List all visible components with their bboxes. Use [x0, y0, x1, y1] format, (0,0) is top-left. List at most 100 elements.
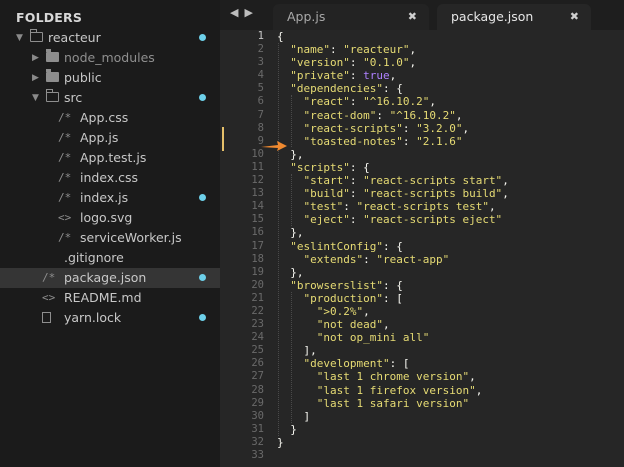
code-token: "test": [303, 200, 344, 214]
code-line[interactable]: {: [277, 30, 509, 43]
code-token: "3.2.0": [416, 121, 463, 135]
line-number: 32: [251, 435, 264, 448]
sidebar-item-label: package.json: [64, 270, 147, 285]
sidebar-item-label: index.js: [80, 190, 129, 205]
code-line[interactable]: },: [277, 226, 509, 239]
sidebar-item-package-json[interactable]: /* package.json: [0, 268, 220, 288]
code-token: :: [363, 252, 377, 266]
sidebar-item-node-modules[interactable]: ▶ node_modules: [0, 48, 220, 68]
code-token: "eslintConfig": [290, 239, 383, 253]
code-token: "react-scripts start": [363, 174, 503, 188]
code-token: : {: [382, 239, 403, 253]
code-content[interactable]: { "name": "reacteur", "version": "0.1.0"…: [277, 30, 509, 462]
code-token: :: [349, 95, 364, 109]
chevron-right-icon[interactable]: ▶: [32, 48, 39, 68]
code-token: "dependencies": [290, 82, 383, 96]
code-token: true: [363, 69, 390, 83]
folder-open-icon: [46, 89, 59, 102]
sidebar-item-logo-svg[interactable]: <> logo.svg: [0, 208, 220, 228]
code-token: ">0.2%": [316, 304, 364, 318]
code-line[interactable]: }: [277, 436, 509, 449]
code-line[interactable]: "start": "react-scripts start",: [277, 174, 509, 187]
close-icon[interactable]: ✖: [408, 4, 417, 30]
nav-arrows[interactable]: ◀▶: [230, 6, 259, 19]
sidebar-item-yarn-lock[interactable]: yarn.lock: [0, 308, 220, 328]
code-token: :: [349, 187, 364, 201]
code-line[interactable]: "not dead",: [277, 318, 509, 331]
status-dot-icon: [199, 194, 206, 201]
forward-arrow-icon[interactable]: ▶: [244, 6, 258, 19]
chevron-right-icon[interactable]: ▶: [32, 68, 39, 88]
chevron-down-icon[interactable]: ▼: [16, 28, 23, 48]
sidebar-item-serviceworker-js[interactable]: /* serviceWorker.js: [0, 228, 220, 248]
code-line[interactable]: },: [277, 148, 509, 161]
code-line[interactable]: "react-scripts": "3.2.0",: [277, 122, 509, 135]
code-line[interactable]: "development": [: [277, 357, 509, 370]
code-line[interactable]: [277, 449, 509, 462]
chevron-down-icon[interactable]: ▼: [32, 88, 39, 108]
code-token: ,: [475, 383, 483, 397]
sidebar-item-reacteur[interactable]: ▼ reacteur: [0, 28, 220, 48]
code-line[interactable]: "last 1 firefox version",: [277, 384, 509, 397]
code-line[interactable]: "toasted-notes": "2.1.6": [277, 135, 509, 148]
code-line[interactable]: "private": true,: [277, 69, 509, 82]
code-line[interactable]: "build": "react-scripts build",: [277, 187, 509, 200]
code-token: "start": [303, 174, 350, 188]
code-line[interactable]: "eject": "react-scripts eject": [277, 213, 509, 226]
code-line[interactable]: "test": "react-scripts test",: [277, 200, 509, 213]
sidebar-item-public[interactable]: ▶ public: [0, 68, 220, 88]
sidebar-item-app-css[interactable]: /* App.css: [0, 108, 220, 128]
code-token: "reacteur": [343, 43, 410, 57]
code-line[interactable]: "eslintConfig": {: [277, 240, 509, 253]
code-line[interactable]: "dependencies": {: [277, 82, 509, 95]
code-line[interactable]: "last 1 chrome version",: [277, 370, 509, 383]
sidebar-item-label: App.js: [80, 130, 119, 145]
code-token: },: [277, 265, 304, 279]
code-line[interactable]: },: [277, 266, 509, 279]
tab-app-js[interactable]: App.js ✖: [273, 4, 429, 30]
code-line[interactable]: "not op_mini all": [277, 331, 509, 344]
code-line[interactable]: "name": "reacteur",: [277, 43, 509, 56]
sidebar-item-src[interactable]: ▼ src: [0, 88, 220, 108]
line-number: 3: [257, 56, 264, 69]
code-line[interactable]: "production": [: [277, 292, 509, 305]
code-token: ,: [429, 95, 436, 109]
code-token: ,: [455, 108, 463, 122]
code-line[interactable]: "react-dom": "^16.10.2",: [277, 109, 509, 122]
sidebar-item-index-css[interactable]: /* index.css: [0, 168, 220, 188]
code-line[interactable]: "extends": "react-app": [277, 253, 509, 266]
sidebar-item-index-js[interactable]: /* index.js: [0, 188, 220, 208]
sidebar-item-app-test-js[interactable]: /* App.test.js: [0, 148, 220, 168]
code-line[interactable]: }: [277, 423, 509, 436]
back-arrow-icon[interactable]: ◀: [230, 6, 244, 19]
code-line[interactable]: "last 1 safari version": [277, 397, 509, 410]
code-line[interactable]: ]: [277, 410, 509, 423]
code-line[interactable]: "browserslist": {: [277, 279, 509, 292]
code-line[interactable]: "react": "^16.10.2",: [277, 95, 509, 108]
code-file-icon: /*: [42, 271, 56, 284]
line-number: 27: [251, 370, 264, 383]
tab-package-json[interactable]: package.json ✖: [437, 4, 591, 30]
status-dot-icon: [199, 94, 206, 101]
close-icon[interactable]: ✖: [570, 4, 579, 30]
code-line[interactable]: "scripts": {: [277, 161, 509, 174]
code-token: ,: [382, 318, 390, 332]
code-line[interactable]: ],: [277, 344, 509, 357]
code-token: "2.1.6": [416, 134, 463, 148]
code-token: : [: [382, 291, 403, 305]
sidebar-item-gitignore[interactable]: .gitignore: [0, 248, 220, 268]
line-number: 15: [251, 213, 264, 226]
code-line[interactable]: ">0.2%",: [277, 305, 509, 318]
code-token: "react-app": [376, 252, 450, 266]
line-number: 25: [251, 344, 264, 357]
sidebar-item-app-js[interactable]: /* App.js: [0, 128, 220, 148]
line-number: 31: [251, 422, 264, 435]
code-line[interactable]: "version": "0.1.0",: [277, 56, 509, 69]
code-token: :: [402, 121, 417, 135]
folder-icon: [46, 49, 59, 62]
sidebar-item-readme-md[interactable]: <> README.md: [0, 288, 220, 308]
code-editor[interactable]: 1 2 3 4 5 6 7 8 9 10 11 12 13 14 15 16 17 18 19 20 21 22 23 24 2…: [220, 30, 624, 467]
